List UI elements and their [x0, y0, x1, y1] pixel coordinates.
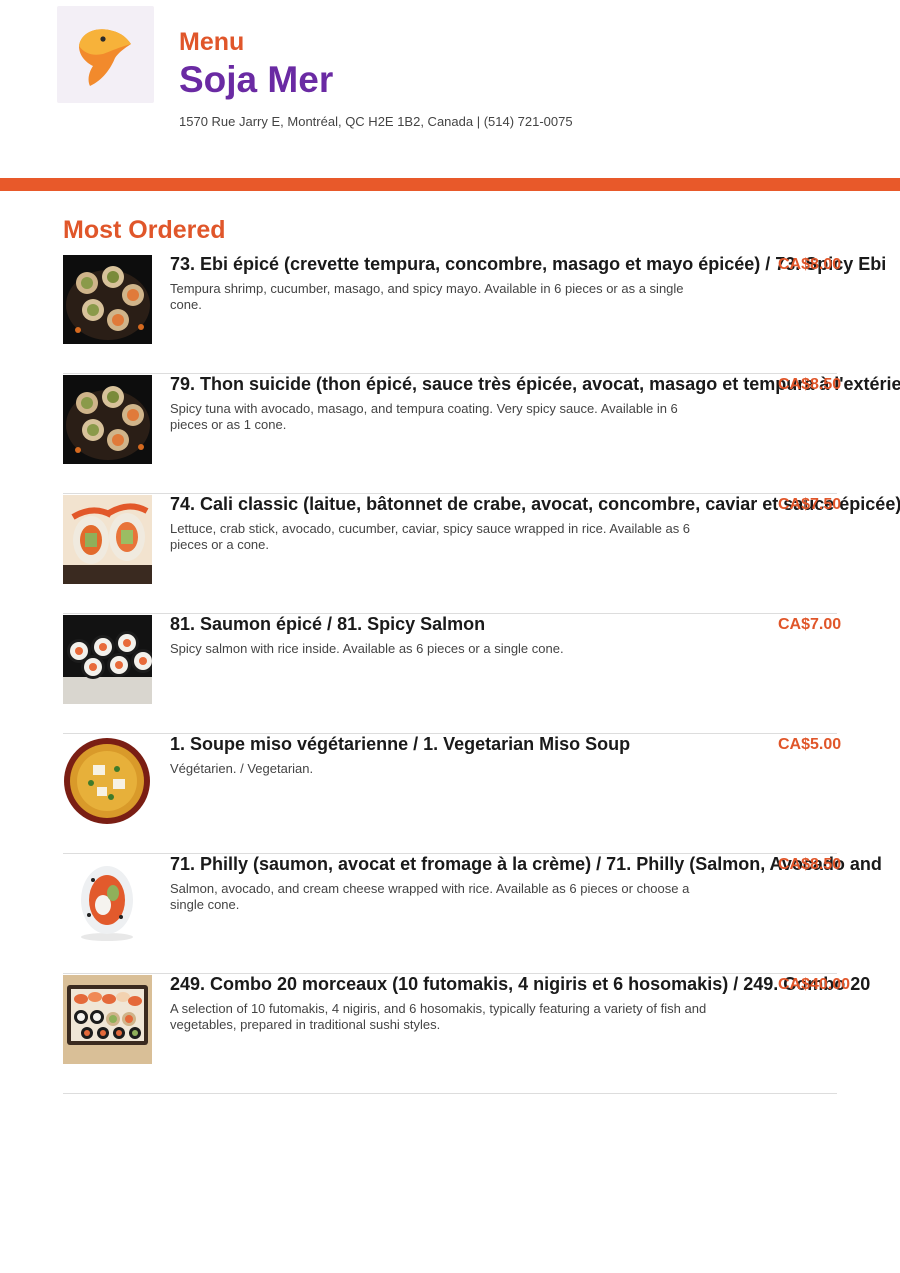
menu-item-price: CA$7.50 — [778, 496, 842, 513]
menu-item-price: CA$8.00 — [778, 256, 842, 273]
header: Menu Soja Mer 1570 Rue Jarry E, Montréal… — [0, 0, 900, 178]
cali-roll-photo — [63, 495, 152, 584]
menu-item-description: Lettuce, crab stick, avocado, cucumber, … — [170, 521, 691, 552]
menu-item[interactable]: 73. Ebi épicé (crevette tempura, concomb… — [63, 253, 886, 374]
menu-item-description: Spicy salmon with rice inside. Available… — [170, 641, 564, 656]
menu-item-description: Tempura shrimp, cucumber, masago, and sp… — [170, 281, 684, 312]
miso-soup-photo — [63, 735, 152, 824]
restaurant-address: 1570 Rue Jarry E, Montréal, QC H2E 1B2, … — [179, 114, 573, 129]
menu-item-description: Végétarien. / Vegetarian. — [170, 761, 314, 776]
menu-item-price: CA$5.00 — [778, 736, 842, 753]
menu-item-price: CA$40.00 — [778, 976, 851, 993]
philly-roll-photo — [63, 855, 152, 944]
menu-item-price: CA$7.00 — [778, 616, 842, 633]
menu-item[interactable]: 79. Thon suicide (thon épicé, sauce très… — [63, 373, 900, 494]
menu-label: Menu — [179, 28, 245, 56]
restaurant-name: Soja Mer — [179, 59, 334, 100]
menu-item[interactable]: 74. Cali classic (laitue, bâtonnet de cr… — [63, 493, 900, 614]
spicy-salmon-roll-photo — [63, 615, 152, 704]
menu-item[interactable]: 71. Philly (saumon, avocat et fromage à … — [63, 853, 882, 974]
menu-item[interactable]: 1. Soupe miso végétarienne / 1. Vegetari… — [63, 733, 841, 854]
menu-item-price: CA$8.50 — [778, 376, 842, 393]
menu-item-description: Spicy tuna with avocado, masago, and tem… — [170, 401, 678, 432]
menu-item-price: CA$8.50 — [778, 856, 842, 873]
menu-item-description: Salmon, avocado, and cream cheese wrappe… — [170, 881, 690, 912]
menu-item-description: A selection of 10 futomakis, 4 nigiris, … — [170, 1001, 707, 1032]
header-divider-bar — [0, 178, 900, 191]
combo-platter-photo — [63, 975, 152, 1064]
sushi-rolls-photo — [63, 255, 152, 344]
sushi-rolls-photo — [63, 375, 152, 464]
restaurant-logo — [57, 6, 154, 103]
menu-item[interactable]: 249. Combo 20 morceaux (10 futomakis, 4 … — [63, 973, 870, 1094]
section-title: Most Ordered — [63, 216, 226, 244]
menu-item[interactable]: 81. Saumon épicé / 81. Spicy Salmon CA$7… — [63, 613, 841, 734]
